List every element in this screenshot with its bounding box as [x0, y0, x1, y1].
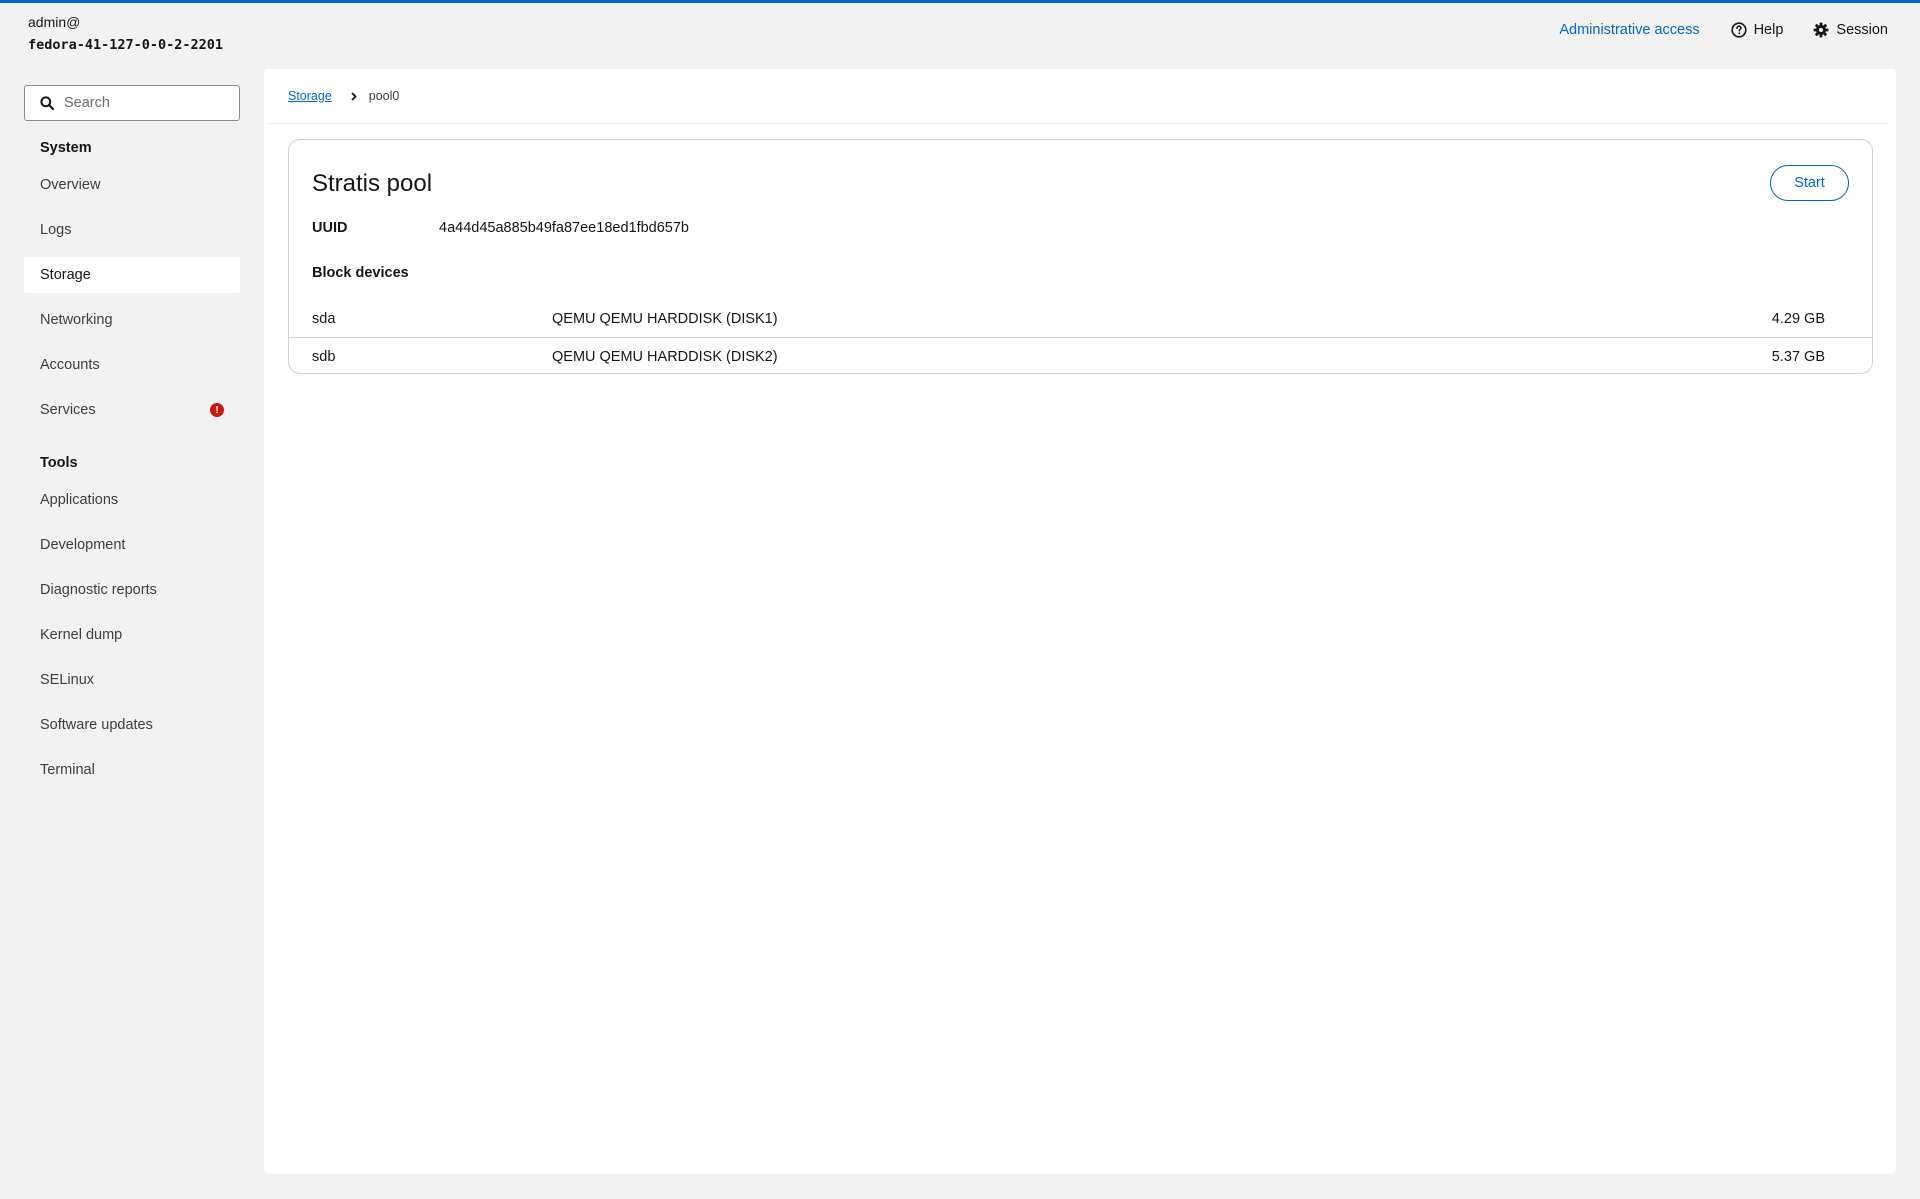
table-row[interactable]: sda QEMU QEMU HARDDISK (DISK1) 4.29 GB	[289, 300, 1872, 338]
sidebar-item-networking[interactable]: Networking	[24, 302, 240, 338]
sidebar-item-selinux[interactable]: SELinux	[24, 662, 240, 698]
breadcrumb-current: pool0	[368, 89, 400, 103]
device-model: QEMU QEMU HARDDISK (DISK1)	[552, 311, 778, 327]
sidebar-item-applications[interactable]: Applications	[24, 482, 240, 518]
device-name: sda	[312, 311, 336, 327]
host-switcher[interactable]: admin@ fedora-41-127-0-0-2-2201	[28, 14, 223, 53]
main-panel: Storage pool0 Stratis pool Start UUID 4a…	[264, 69, 1896, 1174]
device-size: 4.29 GB	[1771, 311, 1825, 327]
sidebar-item-development[interactable]: Development	[24, 527, 240, 563]
block-devices-heading: Block devices	[312, 265, 409, 281]
nav-heading-system: System	[40, 140, 92, 156]
session-label: Session	[1836, 22, 1888, 38]
start-button[interactable]: Start	[1770, 165, 1849, 201]
uuid-value: 4a44d45a885b49fa87ee18ed1fbd657b	[439, 220, 689, 236]
sidebar-item-accounts[interactable]: Accounts	[24, 347, 240, 383]
error-badge-icon: !	[210, 403, 224, 417]
sidebar-item-storage[interactable]: Storage	[24, 257, 240, 293]
sidebar-item-label: Services	[40, 402, 96, 418]
help-label: Help	[1753, 22, 1784, 38]
header-actions: Administrative access Help Session	[1559, 22, 1888, 38]
table-row[interactable]: sdb QEMU QEMU HARDDISK (DISK2) 5.37 GB	[289, 338, 1872, 376]
sidebar-item-overview[interactable]: Overview	[24, 167, 240, 203]
breadcrumb-divider	[268, 123, 1889, 124]
device-model: QEMU QEMU HARDDISK (DISK2)	[552, 349, 778, 365]
top-accent-bar	[0, 0, 1920, 3]
sidebar-item-services[interactable]: Services !	[24, 392, 240, 428]
breadcrumb-link-storage[interactable]: Storage	[288, 89, 332, 103]
stratis-pool-card: Stratis pool Start UUID 4a44d45a885b49fa…	[288, 139, 1873, 374]
help-circle-icon	[1730, 22, 1747, 38]
card-title: Stratis pool	[312, 170, 433, 197]
search-box[interactable]	[24, 85, 240, 121]
gear-icon	[1814, 22, 1829, 38]
sidebar-item-terminal[interactable]: Terminal	[24, 752, 240, 788]
sidebar-item-kernel-dump[interactable]: Kernel dump	[24, 617, 240, 653]
help-menu-button[interactable]: Help	[1730, 22, 1784, 38]
sidebar-item-software-updates[interactable]: Software updates	[24, 707, 240, 743]
search-icon	[40, 96, 54, 110]
host-name: fedora-41-127-0-0-2-2201	[28, 37, 224, 53]
session-menu-button[interactable]: Session	[1813, 22, 1888, 38]
breadcrumb: Storage pool0	[288, 89, 399, 103]
sidebar-item-logs[interactable]: Logs	[24, 212, 240, 248]
device-size: 5.37 GB	[1771, 349, 1825, 365]
administrative-access-button[interactable]: Administrative access	[1559, 22, 1699, 38]
sidebar-item-diagnostic-reports[interactable]: Diagnostic reports	[24, 572, 240, 608]
chevron-right-icon	[351, 91, 357, 101]
nav-heading-tools: Tools	[40, 455, 78, 471]
search-input[interactable]	[64, 95, 214, 111]
uuid-label: UUID	[312, 220, 348, 236]
host-user: admin@	[28, 14, 81, 30]
device-name: sdb	[312, 349, 336, 365]
